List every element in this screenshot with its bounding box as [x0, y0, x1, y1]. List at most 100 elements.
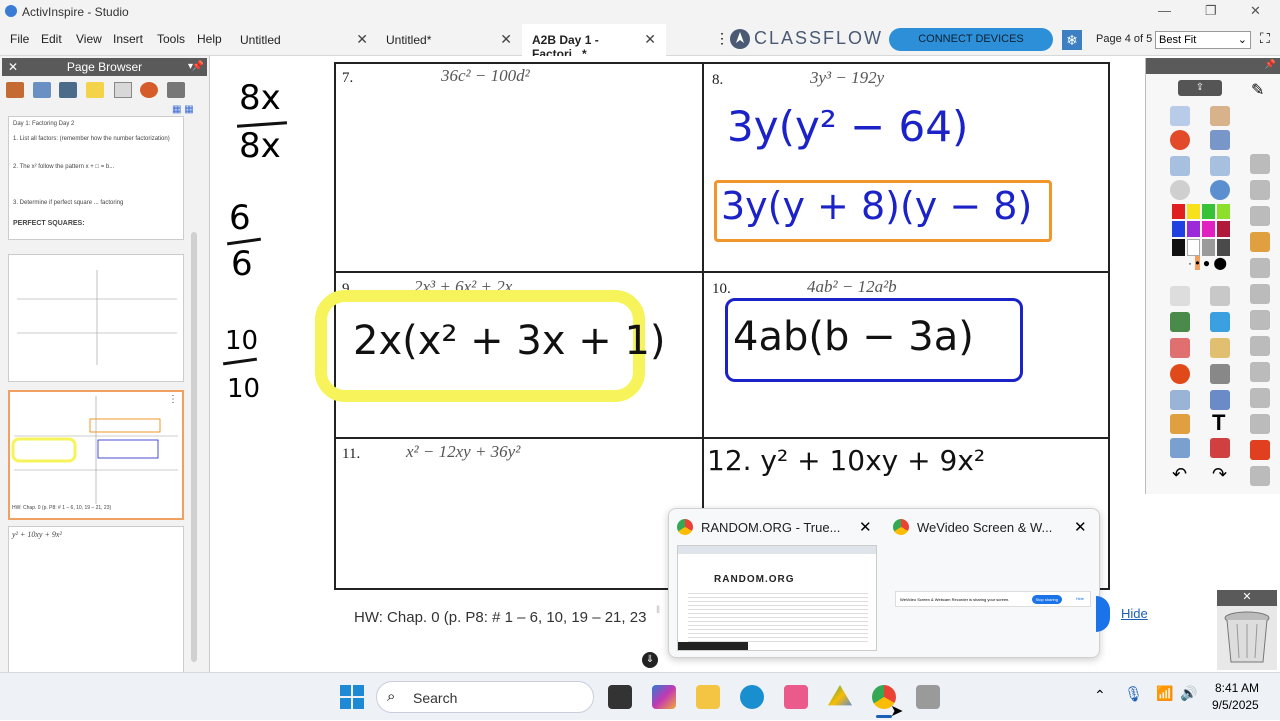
- stop-sharing-button[interactable]: Stop sharing: [1031, 595, 1062, 604]
- actions-icon[interactable]: [140, 82, 158, 98]
- pin-icon[interactable]: 📌: [192, 58, 204, 76]
- tab-untitled[interactable]: Untitled ✕: [230, 24, 378, 56]
- no-entry-icon[interactable]: [1170, 130, 1190, 150]
- scroll-handle[interactable]: ‖: [656, 605, 664, 617]
- spray-icon[interactable]: [1170, 438, 1190, 458]
- tab-untitled-2[interactable]: Untitled* ✕: [376, 24, 522, 56]
- close-icon[interactable]: ✕: [356, 31, 368, 48]
- color-lime-swatch[interactable]: [1217, 204, 1230, 220]
- wrench-icon[interactable]: [1210, 286, 1230, 306]
- resource-icon[interactable]: [33, 82, 51, 98]
- activinspire-icon[interactable]: [916, 685, 940, 709]
- start-icon[interactable]: [340, 685, 364, 709]
- play-icon[interactable]: [1170, 180, 1190, 200]
- color-purple-swatch[interactable]: [1187, 221, 1200, 237]
- move-icon[interactable]: [1250, 310, 1270, 330]
- page-thumbnail-3[interactable]: ⋮: [8, 390, 184, 520]
- voting-icon[interactable]: [167, 82, 185, 98]
- chevron-up-icon[interactable]: ⌃: [1094, 687, 1106, 704]
- star-icon[interactable]: [1250, 414, 1270, 434]
- edge-icon[interactable]: [740, 685, 764, 709]
- mask-icon[interactable]: [1250, 180, 1270, 200]
- close-icon[interactable]: ✕: [1250, 3, 1261, 19]
- grid-view-icon[interactable]: ▦ ▦: [172, 104, 194, 115]
- brush-icon[interactable]: [1250, 232, 1270, 252]
- wifi-icon[interactable]: 📶: [1156, 685, 1173, 702]
- page-thumbnail-4[interactable]: y² + 10xy + 9x²: [8, 526, 184, 672]
- reveal-icon[interactable]: [1250, 362, 1270, 382]
- menu-file[interactable]: File: [10, 32, 29, 46]
- color-darkgray-swatch[interactable]: [1217, 238, 1230, 256]
- pointer-icon[interactable]: [1210, 130, 1230, 150]
- text-tool-icon[interactable]: T: [1212, 410, 1225, 436]
- menu-view[interactable]: View: [76, 32, 102, 46]
- color-blue-swatch[interactable]: [1172, 221, 1185, 237]
- more-options-icon[interactable]: ⋮: [715, 30, 729, 47]
- clock-date[interactable]: 9/5/2025: [1212, 698, 1259, 712]
- snowflake-icon[interactable]: ❄: [1062, 30, 1082, 50]
- fullscreen-icon[interactable]: ⛶: [1260, 30, 1270, 47]
- notes-icon[interactable]: [86, 82, 104, 98]
- microphone-icon[interactable]: 🎙: [1124, 685, 1143, 703]
- close-icon[interactable]: ✕: [859, 518, 872, 536]
- scrollbar[interactable]: [191, 232, 197, 662]
- color-white-swatch[interactable]: [1187, 238, 1200, 256]
- shape-icon[interactable]: [1210, 338, 1230, 358]
- close-icon[interactable]: ✕: [644, 31, 656, 48]
- color-magenta-swatch[interactable]: [1202, 221, 1215, 237]
- fill-icon[interactable]: [1170, 364, 1190, 384]
- select-icon[interactable]: [1170, 286, 1190, 306]
- window-preview-random[interactable]: RANDOM.ORG: [677, 545, 877, 651]
- menu-tools[interactable]: Tools: [157, 32, 185, 46]
- page-browser-icon[interactable]: [6, 82, 24, 98]
- star-small-icon[interactable]: [1250, 466, 1270, 486]
- color-crimson-swatch[interactable]: [1217, 221, 1230, 237]
- tab-icon[interactable]: [1250, 206, 1270, 226]
- menu-help[interactable]: Help: [197, 32, 222, 46]
- pen-size-selector[interactable]: · • ● ⬤: [1188, 256, 1227, 270]
- grid-icon[interactable]: [1250, 258, 1270, 278]
- color-red-swatch[interactable]: [1172, 204, 1185, 220]
- delete-icon[interactable]: [1250, 440, 1270, 460]
- connector-line-icon[interactable]: [1210, 390, 1230, 410]
- close-icon[interactable]: ✕: [1074, 518, 1087, 536]
- restore-icon[interactable]: ❐: [1205, 3, 1217, 19]
- color-yellow-swatch[interactable]: [1187, 204, 1200, 220]
- file-explorer-icon[interactable]: [696, 685, 720, 709]
- camera-icon[interactable]: [1250, 284, 1270, 304]
- connect-devices-button[interactable]: CONNECT DEVICES: [889, 28, 1053, 51]
- properties-icon[interactable]: [114, 82, 132, 98]
- zoom-select[interactable]: Best Fit ⌄: [1155, 31, 1251, 49]
- page-thumbnail-1[interactable]: Day 1: Factoring Day 2 1. List all facto…: [8, 116, 184, 240]
- globe-icon[interactable]: [1210, 180, 1230, 200]
- tab-a2b-day1[interactable]: A2B Day 1 - Factori...* ✕: [522, 24, 666, 61]
- spotlight-icon[interactable]: [1250, 388, 1270, 408]
- pen-icon[interactable]: [1170, 312, 1190, 332]
- close-icon[interactable]: ✕: [8, 58, 18, 76]
- share-button[interactable]: ⇪: [1178, 80, 1222, 96]
- hide-link[interactable]: Hide: [1121, 606, 1148, 621]
- window-title[interactable]: RANDOM.ORG - True...: [701, 520, 840, 535]
- m365-icon[interactable]: [652, 685, 676, 709]
- pen-icon[interactable]: ✎: [1251, 80, 1264, 100]
- snipping-tool-icon[interactable]: [784, 685, 808, 709]
- color-palette[interactable]: [1172, 204, 1230, 256]
- minimize-icon[interactable]: —: [1158, 3, 1171, 18]
- menu-edit[interactable]: Edit: [41, 32, 62, 46]
- page-thumbnail-2[interactable]: [8, 254, 184, 382]
- color-green-swatch[interactable]: [1202, 204, 1215, 220]
- more-options-icon[interactable]: ⋮: [168, 394, 178, 405]
- task-view-icon[interactable]: [608, 685, 632, 709]
- window-title[interactable]: WeVideo Screen & W...: [917, 520, 1052, 535]
- undo-icon[interactable]: ↶: [1172, 464, 1187, 485]
- document-icon[interactable]: [1250, 336, 1270, 356]
- next-page-icon[interactable]: [1210, 156, 1230, 176]
- object-browser-icon[interactable]: [59, 82, 77, 98]
- trash-icon[interactable]: [1219, 608, 1275, 666]
- clear-icon[interactable]: [1170, 414, 1190, 434]
- volume-icon[interactable]: 🔊: [1180, 685, 1197, 702]
- window-preview-wevideo[interactable]: WeVideo Screen & Webcam Recorder is shar…: [891, 545, 1095, 651]
- connector-icon[interactable]: [1210, 364, 1230, 384]
- redo-icon[interactable]: ↷: [1212, 464, 1227, 485]
- google-drive-icon[interactable]: [828, 685, 852, 706]
